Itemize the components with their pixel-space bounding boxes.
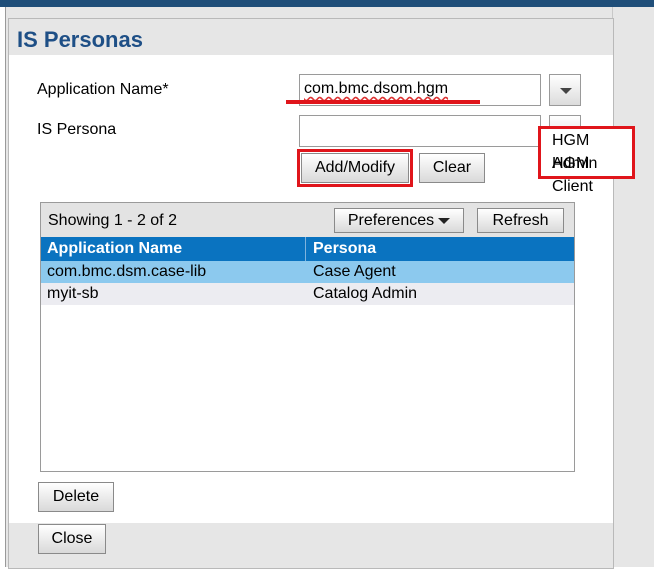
- application-name-dropdown-button[interactable]: [549, 74, 581, 106]
- dialog-title-bar: IS Personas: [9, 19, 613, 55]
- right-strip: [612, 7, 654, 567]
- cell-persona: Catalog Admin: [313, 285, 418, 302]
- dropdown-option-hgm-client[interactable]: HGM Client: [541, 152, 632, 195]
- clear-button[interactable]: Clear: [419, 153, 485, 183]
- preferences-button[interactable]: Preferences: [334, 208, 464, 233]
- add-modify-highlight: [297, 149, 413, 187]
- showing-count: Showing 1 - 2 of 2: [48, 212, 177, 229]
- column-divider: [305, 237, 306, 261]
- dialog-footer: Close: [9, 523, 613, 568]
- cell-application-name: com.bmc.dsm.case-lib: [47, 263, 207, 280]
- column-header-application-name[interactable]: Application Name: [47, 240, 182, 258]
- close-button[interactable]: Close: [38, 524, 106, 554]
- chevron-down-icon: [438, 217, 451, 224]
- preferences-label: Preferences: [347, 212, 435, 229]
- highlight-underline: [286, 100, 480, 104]
- grid-toolbar: Showing 1 - 2 of 2 Preferences Refresh: [41, 203, 574, 237]
- is-personas-dialog: IS Personas Application Name* com.bmc.ds…: [8, 18, 614, 569]
- is-persona-label: IS Persona: [37, 121, 117, 138]
- persona-dropdown-list: HGM Admin HGM Client: [538, 126, 635, 195]
- delete-button[interactable]: Delete: [38, 482, 114, 512]
- application-name-label: Application Name*: [37, 81, 169, 98]
- window-top-bar: [0, 0, 654, 7]
- column-header-persona[interactable]: Persona: [313, 240, 376, 258]
- dialog-title: IS Personas: [17, 27, 143, 52]
- personas-grid: Showing 1 - 2 of 2 Preferences Refresh A…: [40, 202, 575, 472]
- chevron-down-icon: [560, 88, 572, 94]
- grid-header: Application Name Persona: [41, 237, 574, 261]
- dropdown-option-hgm-admin[interactable]: HGM Admin: [541, 129, 632, 172]
- cell-persona: Case Agent: [313, 263, 396, 280]
- cell-application-name: myit-sb: [47, 285, 99, 302]
- is-persona-input[interactable]: [299, 115, 541, 147]
- table-row[interactable]: myit-sb Catalog Admin: [41, 283, 574, 305]
- application-name-value: com.bmc.dsom.hgm: [304, 80, 449, 97]
- table-row[interactable]: com.bmc.dsm.case-lib Case Agent: [41, 261, 574, 283]
- refresh-button[interactable]: Refresh: [477, 208, 564, 233]
